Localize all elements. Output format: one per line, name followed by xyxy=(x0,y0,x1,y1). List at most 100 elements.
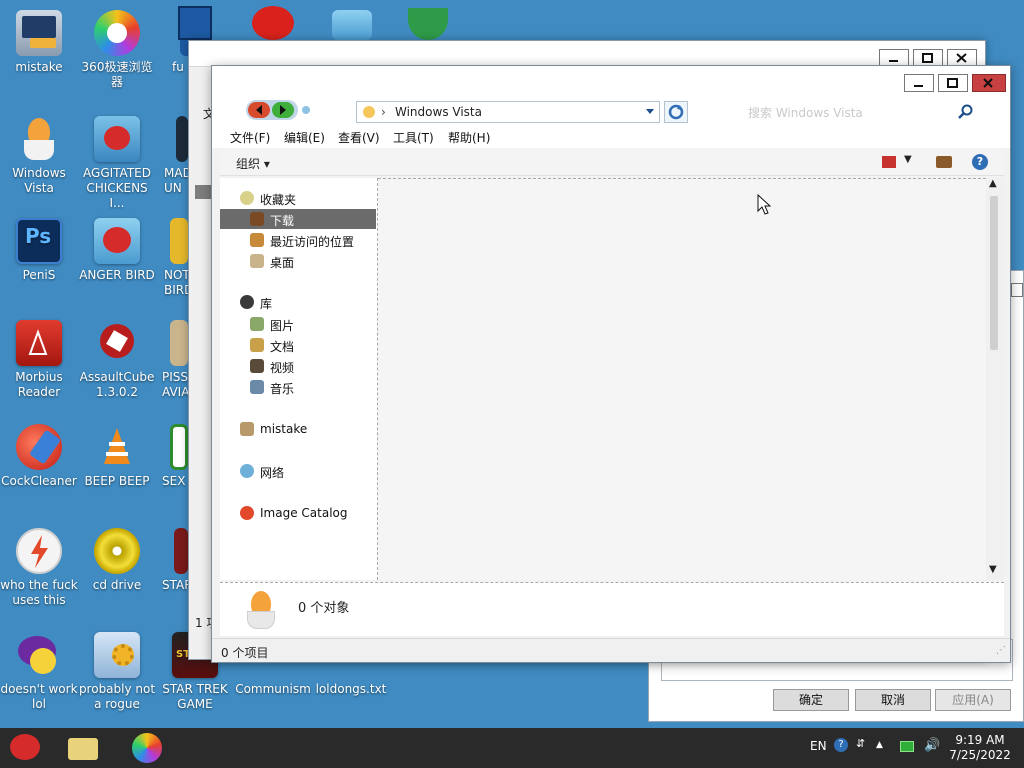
close-button[interactable] xyxy=(972,74,1006,92)
vlc-cone-icon xyxy=(94,424,140,470)
resize-grip-icon[interactable]: ⋰ xyxy=(996,645,1006,656)
details-pane: 0 个对象 xyxy=(220,582,1004,636)
desktop-icon-label: AssaultCube 1.3.0.2 xyxy=(79,370,155,399)
nav-desktop[interactable]: 桌面 xyxy=(220,251,376,271)
show-hidden-icons-icon[interactable]: ▲ xyxy=(876,740,883,750)
address-bar[interactable]: › Windows Vista xyxy=(356,101,660,123)
nav-documents[interactable]: 文档 xyxy=(220,335,376,355)
breadcrumb-chevron-icon[interactable]: › xyxy=(381,105,386,119)
desktop-icon-anger-bird[interactable]: ANGER BIRD xyxy=(78,218,156,283)
clock-time: 9:19 AM xyxy=(955,733,1005,747)
clock[interactable]: 9:19 AM 7/25/2022 xyxy=(944,733,1016,763)
shield-icon[interactable] xyxy=(408,8,448,40)
desktop-icon-label: Morbius Reader xyxy=(15,370,63,399)
nav-downloads[interactable]: 下载 xyxy=(220,209,376,229)
scroll-down-icon[interactable]: ▼ xyxy=(989,564,997,575)
assaultcube-icon xyxy=(94,320,140,366)
maximize-button[interactable] xyxy=(938,74,968,92)
navigation-bar: › Windows Vista 搜索 Windows Vista xyxy=(212,96,1010,126)
nav-user-mistake[interactable]: mistake xyxy=(220,419,376,439)
desktop-icon-assaultcube[interactable]: AssaultCube 1.3.0.2 xyxy=(78,320,156,400)
desktop-icon-doesnt-work[interactable]: doesn't work lol xyxy=(0,632,78,712)
preview-pane-icon[interactable] xyxy=(936,156,952,168)
window-titlebar[interactable] xyxy=(189,41,985,67)
desktop-icon-label: STAR xyxy=(162,578,188,592)
view-options-icon[interactable] xyxy=(882,156,896,168)
menu-edit[interactable]: 编辑(E) xyxy=(284,129,325,146)
volume-icon[interactable]: 🔊 xyxy=(924,738,940,753)
desktop-icon-cockcleaner[interactable]: CockCleaner xyxy=(0,424,78,489)
window-titlebar[interactable] xyxy=(212,66,1010,96)
file-icon xyxy=(178,6,212,40)
command-bar: 组织 ▾ ▼ ? xyxy=(220,150,1004,176)
angry-bird-icon[interactable] xyxy=(332,10,372,40)
address-dropdown-icon[interactable] xyxy=(645,106,655,116)
nav-favorites[interactable]: 收藏夹 xyxy=(220,188,376,208)
desktop-icon-label: NOT BIRD xyxy=(164,268,188,297)
minimize-button[interactable] xyxy=(904,74,934,92)
refresh-icon xyxy=(668,104,684,120)
desktop-icon-cd-drive[interactable]: cd drive xyxy=(78,528,156,593)
nav-music[interactable]: 音乐 xyxy=(220,377,376,397)
recent-pages-icon[interactable] xyxy=(302,106,310,114)
desktop-icon-aggitated-chickens[interactable]: AGGITATED CHICKENS I... xyxy=(78,116,156,211)
game-icon xyxy=(170,320,188,366)
scrollbar-thumb[interactable] xyxy=(990,196,998,350)
desktop-icon-sex[interactable]: SEX xyxy=(156,424,188,489)
search-box[interactable]: 搜索 Windows Vista xyxy=(692,101,982,123)
opera-icon[interactable] xyxy=(252,6,294,40)
desktop-icon-label: loldongs.txt xyxy=(315,682,387,696)
desktop-icon-360-browser[interactable]: 360极速浏览器 xyxy=(78,10,156,90)
refresh-button[interactable] xyxy=(664,101,688,123)
scroll-up-icon[interactable]: ▲ xyxy=(989,178,997,189)
nav-videos[interactable]: 视频 xyxy=(220,356,376,376)
desktop-icon-label: ANGER BIRD xyxy=(79,268,155,282)
network-tray-icon[interactable] xyxy=(900,741,914,752)
nav-libraries[interactable]: 库 xyxy=(220,292,376,312)
help-icon[interactable]: ? xyxy=(972,154,988,170)
help-tray-icon[interactable]: ? xyxy=(834,738,848,752)
desktop-icon-probably-not-rogue[interactable]: probably not a rogue xyxy=(78,632,156,712)
desktop-icon-who-uses-this[interactable]: who the fuck uses this xyxy=(0,528,78,608)
desktop-icon-mad[interactable]: MAD UN xyxy=(156,116,188,196)
input-method-icon[interactable]: ⇵ xyxy=(856,737,865,750)
desktop-icon-windows-vista[interactable]: Windows Vista xyxy=(0,116,78,196)
organize-button[interactable]: 组织 ▾ xyxy=(236,155,270,172)
menu-help[interactable]: 帮助(H) xyxy=(448,129,490,146)
desktop-icon-label: probably not a rogue xyxy=(78,682,156,711)
nav-recent-places[interactable]: 最近访问的位置 xyxy=(220,230,376,250)
taskbar-explorer-button[interactable] xyxy=(64,732,100,764)
game-icon xyxy=(170,218,188,264)
game-icon xyxy=(174,528,188,574)
desktop-icon-label: STAR TREK GAME xyxy=(162,682,228,711)
menu-file[interactable]: 文件(F) xyxy=(230,129,270,146)
vertical-scrollbar[interactable]: ▲ ▼ xyxy=(986,178,1004,580)
desktop-icon-not-bird[interactable]: NOT BIRD xyxy=(156,218,188,298)
desktop-icon-label: cd drive xyxy=(92,578,142,592)
apply-button[interactable]: 应用(A) xyxy=(935,689,1011,711)
music-icon xyxy=(250,380,264,394)
desktop-icon-penis[interactable]: Ps PeniS xyxy=(0,218,78,283)
search-icon[interactable] xyxy=(958,104,974,120)
ok-button[interactable]: 确定 xyxy=(773,689,849,711)
nav-network[interactable]: 网络 xyxy=(220,461,376,481)
menu-view[interactable]: 查看(V) xyxy=(338,129,380,146)
back-button[interactable] xyxy=(248,102,270,118)
file-list-area[interactable] xyxy=(378,178,986,580)
cancel-button[interactable]: 取消 xyxy=(855,689,931,711)
nav-pictures[interactable]: 图片 xyxy=(220,314,376,334)
taskbar-browser-button[interactable] xyxy=(128,732,164,764)
desktop-icon-mistake[interactable]: mistake xyxy=(0,10,78,75)
desktop-icon-label: 360极速浏览器 xyxy=(81,60,153,89)
desktop-icon-star[interactable]: STAR xyxy=(156,528,188,593)
dialog-edge-control xyxy=(1011,283,1023,297)
desktop-icon-morbius-reader[interactable]: Morbius Reader xyxy=(0,320,78,400)
view-dropdown-icon[interactable]: ▼ xyxy=(904,154,912,165)
desktop-icon-piss-avia[interactable]: PISS AVIA xyxy=(156,320,188,400)
menu-tools[interactable]: 工具(T) xyxy=(393,129,434,146)
nav-image-catalog[interactable]: Image Catalog xyxy=(220,503,376,523)
start-button[interactable] xyxy=(6,732,42,764)
forward-button[interactable] xyxy=(272,102,294,118)
desktop-icon-beep-beep[interactable]: BEEP BEEP xyxy=(78,424,156,489)
navigation-pane: 收藏夹 下载 最近访问的位置 桌面 库 图片 文档 视频 音乐 mistake … xyxy=(220,178,378,580)
